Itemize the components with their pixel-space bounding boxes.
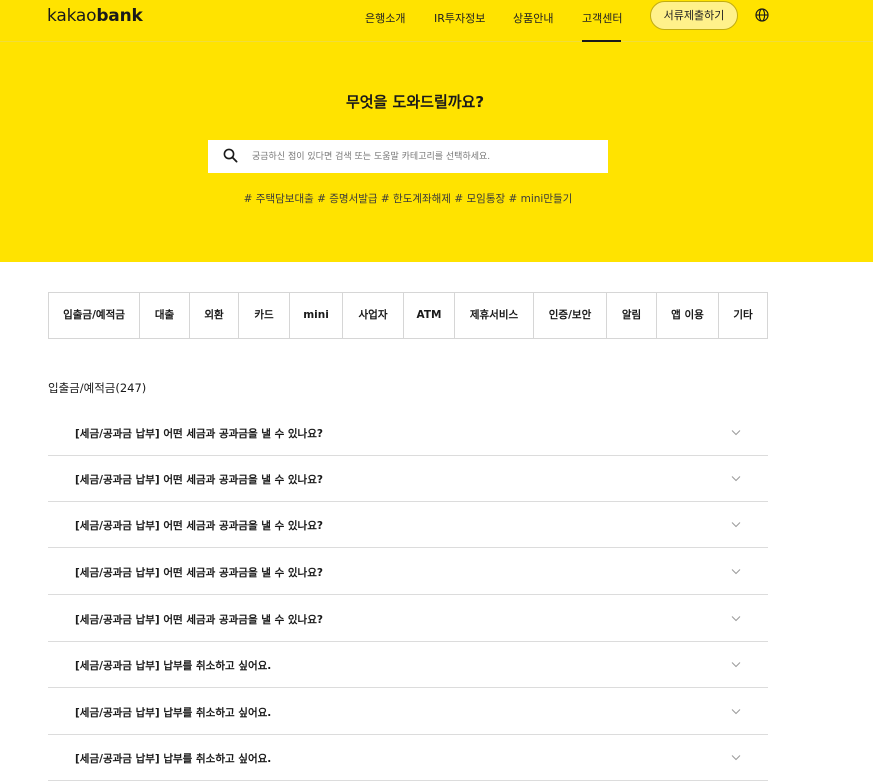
search-icon[interactable] (223, 148, 238, 163)
faq-question: [세금/공과금 납부] 어떤 세금과 공과금을 낼 수 있나요? (75, 567, 323, 579)
chevron-down-icon[interactable] (731, 661, 741, 668)
search-box[interactable] (208, 140, 608, 173)
globe-icon[interactable] (755, 8, 769, 22)
nav-bank-intro[interactable]: 은행소개 (365, 10, 405, 26)
tag-limit-release[interactable]: # 한도계좌해제 (381, 193, 451, 205)
tab-deposit[interactable]: 입출금/예적금 (49, 293, 140, 338)
nav-active-indicator (582, 40, 621, 42)
chevron-down-icon[interactable] (731, 754, 741, 761)
chevron-down-icon[interactable] (731, 708, 741, 715)
faq-item[interactable]: [세금/공과금 납부] 납부를 취소하고 싶어요. (48, 689, 768, 735)
site-header: kakaobank 은행소개 IR투자정보 상품안내 고객센터 서류제출하기 (0, 0, 873, 42)
chevron-down-icon[interactable] (731, 568, 741, 575)
faq-item[interactable]: [세금/공과금 납부] 어떤 세금과 공과금을 낼 수 있나요? (48, 549, 768, 595)
tab-business[interactable]: 사업자 (343, 293, 404, 338)
faq-item[interactable]: [세금/공과금 납부] 납부를 취소하고 싶어요. (48, 735, 768, 781)
nav-customer-center[interactable]: 고객센터 (582, 10, 622, 26)
tab-mini[interactable]: mini (290, 293, 343, 338)
category-tabs: 입출금/예적금 대출 외환 카드 mini 사업자 ATM 제휴서비스 인증/보… (48, 292, 768, 339)
tab-forex[interactable]: 외환 (190, 293, 239, 338)
chevron-down-icon[interactable] (731, 615, 741, 622)
faq-question: [세금/공과금 납부] 어떤 세금과 공과금을 낼 수 있나요? (75, 614, 323, 626)
tab-loan[interactable]: 대출 (140, 293, 190, 338)
tab-security[interactable]: 인증/보안 (534, 293, 607, 338)
search-input[interactable] (252, 140, 602, 173)
faq-item[interactable]: [세금/공과금 납부] 어떤 세금과 공과금을 낼 수 있나요? (48, 596, 768, 642)
kakaobank-logo[interactable]: kakaobank (47, 6, 143, 26)
hero-title: 무엇을 도와드릴까요? (345, 93, 485, 111)
tab-etc[interactable]: 기타 (719, 293, 767, 338)
tag-group-account[interactable]: # 모임통장 (454, 193, 505, 205)
tab-card[interactable]: 카드 (239, 293, 290, 338)
nav-ir[interactable]: IR투자정보 (434, 10, 485, 26)
chevron-down-icon[interactable] (731, 521, 741, 528)
tab-atm[interactable]: ATM (404, 293, 455, 338)
submit-documents-button[interactable]: 서류제출하기 (650, 1, 738, 30)
faq-item[interactable]: [세금/공과금 납부] 어떤 세금과 공과금을 낼 수 있나요? (48, 456, 768, 502)
tag-certificate[interactable]: # 증명서발급 (317, 193, 377, 205)
faq-section-title: 입출금/예적금(247) (48, 381, 147, 395)
chevron-down-icon[interactable] (731, 475, 741, 482)
tag-mortgage[interactable]: # 주택담보대출 (244, 193, 314, 205)
faq-question: [세금/공과금 납부] 납부를 취소하고 싶어요. (75, 707, 272, 719)
faq-question: [세금/공과금 납부] 어떤 세금과 공과금을 낼 수 있나요? (75, 474, 323, 486)
faq-question: [세금/공과금 납부] 납부를 취소하고 싶어요. (75, 660, 272, 672)
faq-item[interactable]: [세금/공과금 납부] 어떤 세금과 공과금을 낼 수 있나요? (48, 502, 768, 548)
faq-question: [세금/공과금 납부] 어떤 세금과 공과금을 낼 수 있나요? (75, 520, 323, 532)
chevron-down-icon[interactable] (731, 429, 741, 436)
nav-products[interactable]: 상품안내 (513, 10, 553, 26)
tab-partner[interactable]: 제휴서비스 (455, 293, 534, 338)
popular-tags: # 주택담보대출 # 증명서발급 # 한도계좌해제 # 모임통장 # mini만… (0, 191, 816, 206)
faq-item[interactable]: [세금/공과금 납부] 어떤 세금과 공과금을 낼 수 있나요? (48, 410, 768, 456)
tab-alarm[interactable]: 알림 (607, 293, 657, 338)
faq-item[interactable]: [세금/공과금 납부] 납부를 취소하고 싶어요. (48, 642, 768, 688)
tab-app[interactable]: 앱 이용 (657, 293, 719, 338)
faq-question: [세금/공과금 납부] 어떤 세금과 공과금을 낼 수 있나요? (75, 428, 323, 440)
tag-mini[interactable]: # mini만들기 (508, 193, 572, 205)
